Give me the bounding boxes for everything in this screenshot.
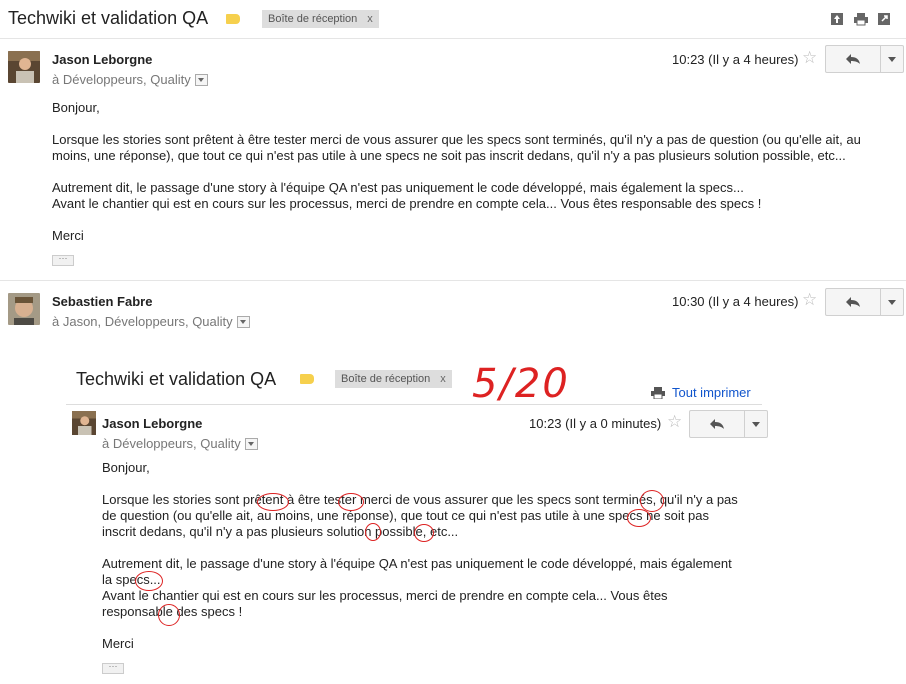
header-divider [0,38,906,39]
archive-icon[interactable] [830,12,844,26]
print-icon [651,387,665,399]
chevron-down-icon [888,299,896,305]
greeting: Bonjour, [102,460,150,475]
sender-name[interactable]: Sebastien Fabre [52,294,152,309]
remove-label-button[interactable]: x [367,13,373,25]
body-line: Autrement dit, le passage d'une story à … [102,556,732,571]
body-line: Avant le chantier qui est en cours sur l… [102,588,668,603]
recipients[interactable]: à Développeurs, Quality [52,72,208,87]
avatar [8,293,40,325]
correction-circle [135,571,163,591]
quoted-subject: Techwiki et validation QA [76,369,277,389]
grade-annotation: 5/20 [472,361,570,407]
more-actions-button [745,410,768,438]
greeting: Bonjour, [52,100,100,115]
inbox-label-text: Boîte de réception [341,373,431,385]
reply-button-group [825,45,904,73]
print-icon[interactable] [853,12,869,26]
recipients-text: à Jason, Développeurs, Quality [52,314,233,329]
reply-icon [846,54,860,64]
remove-label-button: x [440,373,446,385]
chevron-down-icon[interactable] [194,73,208,86]
more-actions-button[interactable] [881,288,904,316]
correction-circle [158,604,180,626]
sender-name[interactable]: Jason Leborgne [52,52,152,67]
show-trimmed-content-button: ··· [102,662,124,674]
inbox-label-chip[interactable]: Boîte de réception x [262,10,379,28]
body-line: responsable des specs ! [102,604,243,619]
avatar [8,51,40,83]
reply-button-group [825,288,904,316]
recipients-text: à Développeurs, Quality [52,72,191,87]
correction-circle [257,493,289,511]
reply-button[interactable] [825,45,881,73]
inbox-label-chip: Boîte de réception x [335,370,452,388]
avatar [72,411,96,435]
reply-icon [710,419,724,429]
correction-circle [414,524,434,542]
print-all-link: Tout imprimer [672,385,751,400]
new-window-icon[interactable] [877,12,891,26]
closing: Merci [102,636,134,651]
message-body: Bonjour, Lorsque les stories sont prêten… [52,100,902,244]
message-time: 10:30 (Il y a 4 heures) [672,294,799,309]
closing: Merci [52,228,84,243]
star-icon: ☆ [667,412,683,431]
reply-button-group [689,410,768,438]
inbox-label-text: Boîte de réception [268,13,358,25]
reply-icon [846,297,860,307]
correction-circle [365,523,381,541]
body-line: de question (ou qu'elle ait, au moins, u… [102,508,709,523]
correction-circle [338,493,364,511]
quoted-divider [66,404,762,405]
more-actions-button[interactable] [881,45,904,73]
recipients-text: à Développeurs, Quality [102,436,241,451]
body-line: la specs... [102,572,161,587]
message-time: 10:23 (Il y a 4 heures) [672,52,799,67]
star-icon[interactable]: ☆ [802,291,817,308]
reply-button [689,410,745,438]
star-icon[interactable]: ☆ [802,49,817,66]
thread-subject: Techwiki et validation QA [8,8,209,28]
recipients[interactable]: à Jason, Développeurs, Quality [52,314,250,329]
sender-name: Jason Leborgne [102,416,203,431]
message-divider [0,280,906,281]
body-line: Autrement dit, le passage d'une story à … [52,180,744,195]
correction-circle [627,509,651,527]
show-trimmed-content-button[interactable]: ··· [52,254,74,266]
chevron-down-icon [752,421,760,427]
label-icon [226,14,240,24]
chevron-down-icon[interactable] [236,315,250,328]
chevron-down-icon [244,437,258,450]
recipients: à Développeurs, Quality [102,436,258,451]
reply-button[interactable] [825,288,881,316]
label-icon [300,374,314,384]
body-line: Avant le chantier qui est en cours sur l… [52,196,762,211]
message-time: 10:23 (Il y a 0 minutes) [529,416,662,431]
body-line: Lorsque les stories sont prêtent à être … [52,132,861,147]
chevron-down-icon [888,56,896,62]
quoted-message-body: Bonjour, Lorsque les stories sont prêten… [102,460,762,652]
body-line: moins, une réponse), que tout ce qui n'e… [52,148,846,163]
